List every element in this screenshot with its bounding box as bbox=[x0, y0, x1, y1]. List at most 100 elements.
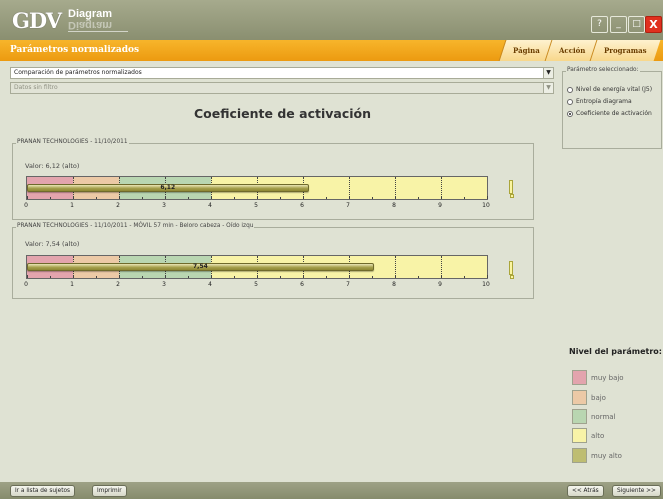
scale-tick bbox=[96, 197, 97, 199]
logo-underline bbox=[68, 31, 128, 32]
scale-tick-label: 7 bbox=[346, 281, 350, 288]
radio-circle[interactable] bbox=[567, 98, 573, 105]
scale-tick-label: 1 bbox=[70, 281, 74, 288]
scale-tick-label: 0 bbox=[24, 281, 28, 288]
scale-tick bbox=[441, 275, 442, 278]
scale-tick bbox=[50, 276, 51, 278]
back-button[interactable]: << Atrás bbox=[567, 485, 604, 497]
scale-tick bbox=[372, 197, 373, 199]
scale-tick bbox=[27, 196, 28, 199]
chevron-down-icon: ▼ bbox=[543, 83, 553, 93]
scale-tick bbox=[487, 275, 488, 278]
scale-tick bbox=[73, 196, 74, 199]
scale-tick bbox=[418, 197, 419, 199]
close-button[interactable]: X bbox=[645, 16, 662, 33]
scale-tick-label: 8 bbox=[392, 202, 396, 209]
scale-tick-label: 6 bbox=[300, 202, 304, 209]
legend-label: muy alto bbox=[591, 451, 622, 460]
scale-tick bbox=[211, 275, 212, 278]
scale-tick bbox=[349, 275, 350, 278]
value-bar: 7,54 bbox=[27, 263, 374, 271]
scale-tick-label: 6 bbox=[300, 281, 304, 288]
scale-tick bbox=[372, 276, 373, 278]
scale-tick-label: 2 bbox=[116, 281, 120, 288]
scale-tick bbox=[188, 197, 189, 199]
scale-tick bbox=[257, 196, 258, 199]
app-logo: GDV bbox=[12, 8, 62, 33]
filter-select: Datos sin filtro ▼ bbox=[10, 82, 554, 94]
scale-tick bbox=[464, 197, 465, 199]
help-button[interactable]: ? bbox=[591, 16, 608, 33]
maximize-button[interactable]: □ bbox=[628, 16, 645, 33]
comparison-select[interactable]: Comparación de parámetros normalizados ▼ bbox=[10, 67, 554, 79]
scale-tick bbox=[96, 276, 97, 278]
menu-tab-programas[interactable]: Programas bbox=[589, 40, 661, 61]
filter-select-value: Datos sin filtro bbox=[14, 84, 58, 91]
scale-tick bbox=[119, 275, 120, 278]
radio-circle[interactable] bbox=[567, 86, 573, 93]
page-title: Coeficiente de activación bbox=[193, 106, 372, 121]
parameter-panel-title: Parámetro seleccionado: bbox=[566, 67, 640, 73]
radio-entropia[interactable]: Entropía diagrama bbox=[567, 98, 632, 105]
next-button[interactable]: Siguiente >> bbox=[612, 485, 661, 497]
measurement-title: PRANAN TECHNOLOGIES - 11/10/2011 - MÓVIL… bbox=[16, 223, 255, 229]
legend-label: normal bbox=[591, 412, 616, 421]
print-button[interactable]: Imprimir bbox=[92, 485, 127, 497]
scale-tick-label: 10 bbox=[482, 281, 490, 288]
radio-energia-vital[interactable]: Nivel de energía vital (J5) bbox=[567, 86, 652, 93]
legend-title: Nivel del parámetro: bbox=[569, 347, 662, 356]
measurement-box-1: PRANAN TECHNOLOGIES - 11/10/2011 Valor: … bbox=[12, 139, 534, 220]
title-bar: GDV Diagram Diagram ? _ □ X bbox=[0, 0, 663, 40]
scale-tick bbox=[73, 275, 74, 278]
value-bar: 6,12 bbox=[27, 184, 309, 192]
measurement-box-2: PRANAN TECHNOLOGIES - 11/10/2011 - MÓVIL… bbox=[12, 223, 534, 299]
menu-tab-label: Página bbox=[513, 46, 540, 55]
legend-item-alto: alto bbox=[572, 428, 604, 443]
scale-tick-label: 10 bbox=[482, 202, 490, 209]
radio-label: Nivel de energía vital (J5) bbox=[576, 86, 653, 93]
radio-label: Coeficiente de activación bbox=[576, 110, 652, 117]
radio-coeficiente[interactable]: Coeficiente de activación bbox=[567, 110, 652, 117]
measurement-title: PRANAN TECHNOLOGIES - 11/10/2011 bbox=[16, 139, 129, 145]
level-chart: 6,12 bbox=[26, 176, 488, 200]
radio-circle[interactable] bbox=[567, 110, 573, 117]
radio-label: Entropía diagrama bbox=[576, 98, 632, 105]
scale-tick bbox=[119, 196, 120, 199]
scale-tick bbox=[395, 275, 396, 278]
subjects-list-button[interactable]: Ir a lista de sujetos bbox=[10, 485, 76, 497]
value-bar-label: 6,12 bbox=[160, 184, 176, 191]
menu-tabs: Página Acción Programas bbox=[498, 40, 661, 61]
chevron-down-icon[interactable]: ▼ bbox=[543, 68, 553, 78]
scale-tick bbox=[395, 196, 396, 199]
scale-tick-label: 3 bbox=[162, 281, 166, 288]
scale-tick bbox=[234, 276, 235, 278]
legend-swatch bbox=[572, 428, 587, 443]
section-title: Parámetros normalizados bbox=[10, 45, 140, 55]
status-bar: Ir a lista de sujetos Imprimir << Atrás … bbox=[0, 482, 663, 499]
scale-tick bbox=[303, 275, 304, 278]
comparison-select-value: Comparación de parámetros normalizados bbox=[14, 69, 142, 76]
warning-icon bbox=[509, 180, 514, 198]
scale-tick-label: 1 bbox=[70, 202, 74, 209]
scale-tick bbox=[303, 196, 304, 199]
scale-tick bbox=[326, 197, 327, 199]
scale-tick bbox=[165, 275, 166, 278]
legend-item-bajo: bajo bbox=[572, 390, 606, 405]
warning-icon bbox=[509, 261, 514, 279]
legend-swatch bbox=[572, 370, 587, 385]
scale-tick-label: 9 bbox=[438, 202, 442, 209]
level-chart: 7,54 bbox=[26, 255, 488, 279]
legend-item-muy-alto: muy alto bbox=[572, 448, 622, 463]
scale-tick bbox=[464, 276, 465, 278]
minimize-button[interactable]: _ bbox=[610, 16, 627, 33]
scale-tick-label: 8 bbox=[392, 281, 396, 288]
scale-tick bbox=[211, 196, 212, 199]
legend-item-muy-bajo: muy bajo bbox=[572, 370, 624, 385]
scale-tick bbox=[188, 276, 189, 278]
scale-tick bbox=[326, 276, 327, 278]
scale-tick bbox=[142, 197, 143, 199]
legend-swatch bbox=[572, 409, 587, 424]
scale-tick bbox=[487, 196, 488, 199]
scale-tick-label: 5 bbox=[254, 202, 258, 209]
scale-tick bbox=[234, 197, 235, 199]
